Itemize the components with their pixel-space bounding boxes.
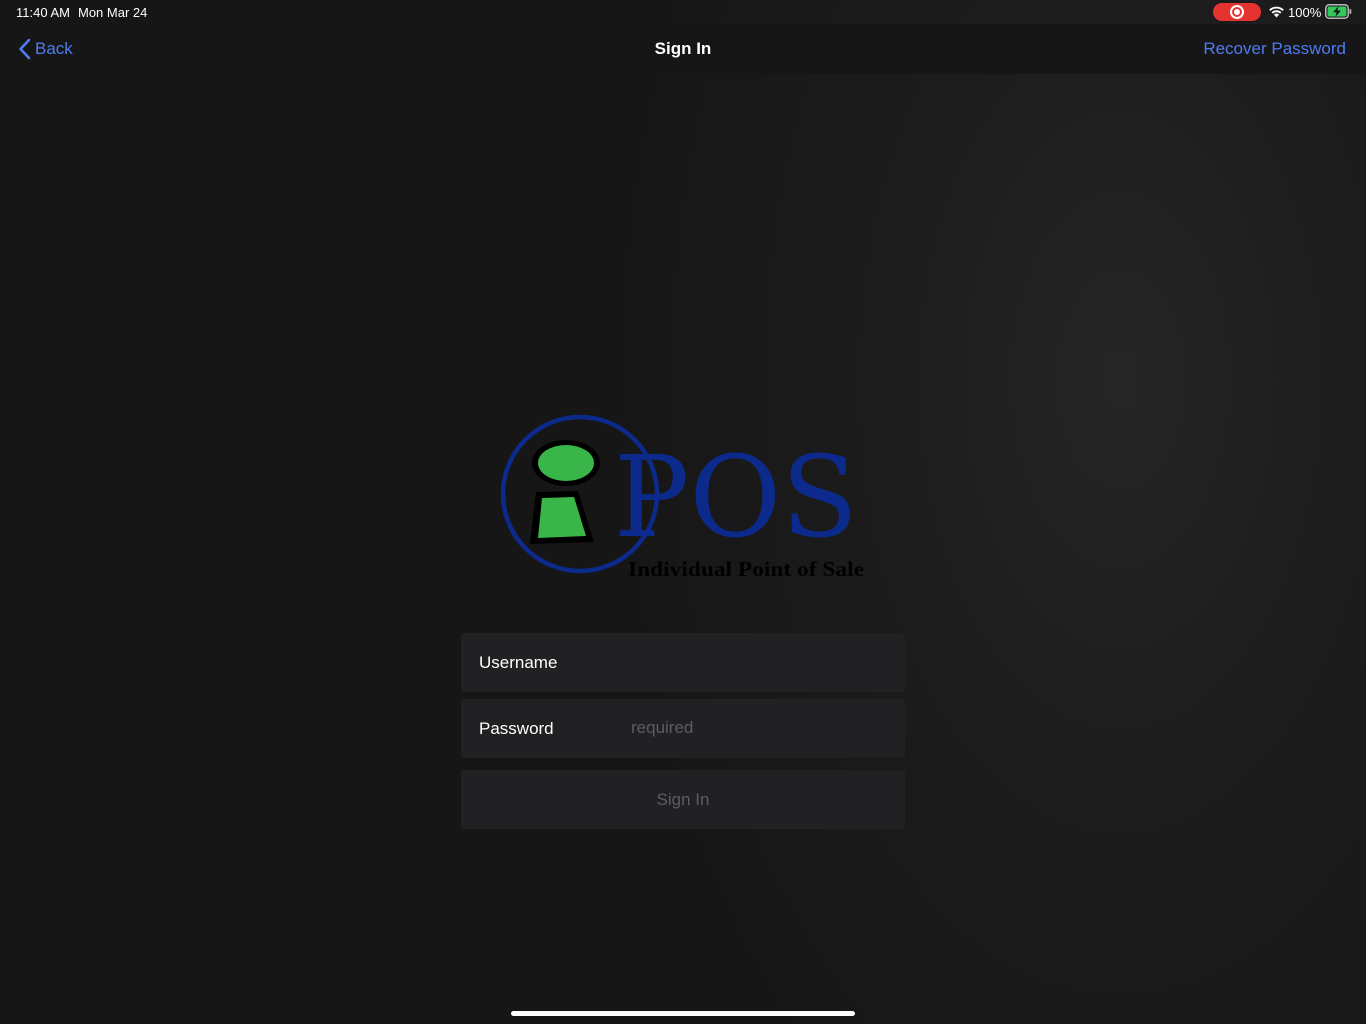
logo-wordmark: POS xyxy=(614,433,858,563)
battery-percent: 100% xyxy=(1288,5,1322,20)
status-date: Mon Mar 24 xyxy=(78,5,148,20)
status-time: 11:40 AM xyxy=(16,5,70,20)
password-row[interactable]: Password xyxy=(461,699,905,758)
status-bar: 11:40 AM Mon Mar 24 100% xyxy=(0,0,1366,24)
screen-recording-icon[interactable] xyxy=(1213,3,1261,21)
username-row[interactable]: Username xyxy=(461,633,905,692)
password-label: Password xyxy=(479,719,554,738)
ipos-logo: POS Individual Point of Sale xyxy=(500,414,864,581)
sign-in-screen: 11:40 AM Mon Mar 24 100% Back Sign In Re… xyxy=(0,0,1366,1024)
wifi-icon xyxy=(1269,6,1284,18)
chevron-left-icon xyxy=(19,38,31,60)
home-indicator[interactable] xyxy=(511,1011,855,1016)
recover-password-button[interactable]: Recover Password xyxy=(1203,39,1346,59)
page-title: Sign In xyxy=(654,39,712,58)
sign-in-button[interactable]: Sign In xyxy=(461,770,905,829)
back-button-label: Back xyxy=(35,39,73,58)
username-label: Username xyxy=(479,653,558,672)
logo-tagline: Individual Point of Sale xyxy=(628,557,864,581)
sign-in-form: Username Password Sign In xyxy=(461,633,905,829)
battery-charging-icon xyxy=(1325,4,1352,19)
navigation-bar: Back Sign In Recover Password xyxy=(0,24,1366,74)
password-input[interactable] xyxy=(631,713,887,743)
username-input[interactable] xyxy=(631,647,887,677)
back-button[interactable]: Back xyxy=(18,36,73,62)
